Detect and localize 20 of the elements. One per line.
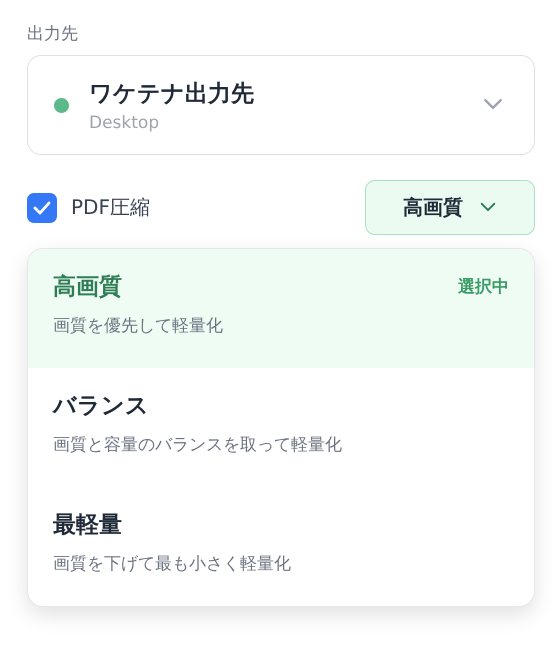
option-description: 画質を下げて最も小さく軽量化 (53, 553, 292, 575)
destination-name: ワケテナ出力先 (89, 80, 255, 108)
checkbox-label: PDF圧縮 (71, 194, 150, 221)
option-title: 高画質 (53, 273, 122, 302)
checkbox[interactable] (27, 192, 57, 222)
option-title: バランス (53, 392, 149, 421)
selected-label: 選択中 (458, 276, 509, 298)
menu-option[interactable]: 最軽量 画質を下げて最も小さく軽量化 (28, 487, 534, 606)
menu-option[interactable]: 高画質 選択中 画質を優先して軽量化 (28, 249, 534, 368)
chevron-down-icon (482, 98, 504, 112)
checkmark-icon (33, 200, 51, 214)
section-label: 出力先 (27, 23, 78, 45)
option-description: 画質と容量のバランスを取って軽量化 (53, 434, 343, 456)
quality-dropdown[interactable]: 高画質 (365, 180, 535, 235)
chevron-down-icon (479, 202, 497, 213)
destination-path: Desktop (89, 112, 160, 132)
menu-option[interactable]: バランス 画質と容量のバランスを取って軽量化 (28, 368, 534, 487)
option-title: 最軽量 (53, 511, 122, 540)
destination-select[interactable]: ワケテナ出力先 Desktop (27, 55, 535, 155)
option-description: 画質を優先して軽量化 (53, 315, 224, 337)
